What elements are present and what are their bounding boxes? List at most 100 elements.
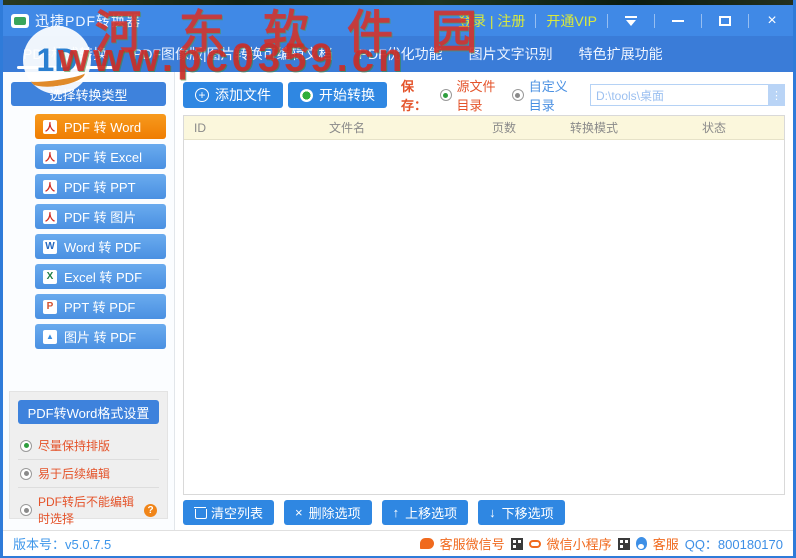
ppt-icon: P xyxy=(43,299,57,314)
sidebar-item-label: PDF 转 图片 xyxy=(64,210,137,225)
option-keep-layout[interactable]: 尽量保持排版 xyxy=(18,432,159,460)
delete-icon: × xyxy=(295,505,303,520)
column-id: ID xyxy=(194,120,206,135)
file-list-empty-area[interactable] xyxy=(184,140,784,494)
sidebar-item-label: Excel 转 PDF xyxy=(64,270,143,285)
clear-list-button[interactable]: 清空列表 xyxy=(183,500,275,525)
sidebar-item-word-to-pdf[interactable]: W Word 转 PDF xyxy=(35,234,166,259)
radio-icon xyxy=(511,89,524,101)
output-path-input[interactable] xyxy=(589,84,768,106)
wechat-service-label[interactable]: 客服微信号 xyxy=(440,534,505,553)
image-icon: ▲ xyxy=(43,329,57,344)
word-icon: W xyxy=(43,239,57,254)
move-down-label: 下移选项 xyxy=(501,506,554,521)
sidebar-item-label: Word 转 PDF xyxy=(64,240,142,255)
radio-icon xyxy=(20,439,32,452)
miniprogram-label[interactable]: 微信小程序 xyxy=(547,534,612,553)
start-convert-button[interactable]: 开始转换 xyxy=(288,82,387,108)
arrow-down-icon: ↓ xyxy=(489,505,496,520)
arrow-up-icon: ↑ xyxy=(392,505,400,520)
title-bar: 迅捷PDF转换器 登录 | 注册 开通VIP × xyxy=(3,5,793,36)
sidebar-item-label: 图片 转 PDF xyxy=(64,330,137,345)
file-table: ID 文件名 页数 转换模式 状态 xyxy=(183,115,785,495)
toolbar: + 添加文件 开始转换 保存： 源文件目录 自定义目录 D:\tools\桌面 … xyxy=(183,79,785,113)
save-option-custom-dir[interactable]: 自定义目录 xyxy=(511,76,576,114)
move-down-button[interactable]: ↓ 下移选项 xyxy=(478,500,565,525)
main-panel: + 添加文件 开始转换 保存： 源文件目录 自定义目录 D:\tools\桌面 … xyxy=(175,72,793,530)
qq-service-label: 客服 xyxy=(652,537,679,552)
sidebar-item-excel-to-pdf[interactable]: X Excel 转 PDF xyxy=(35,264,166,289)
column-status: 状态 xyxy=(701,121,726,135)
convert-type-header: 选择转换类型 xyxy=(11,82,166,106)
add-files-button[interactable]: + 添加文件 xyxy=(183,82,283,108)
word-format-settings-panel: PDF转Word格式设置 尽量保持排版 易于后续编辑 PDF转后不能编辑时选择 … xyxy=(9,391,168,526)
status-bar: 版本号：v5.0.7.5 客服微信号 微信小程序 客服 QQ：800180170 xyxy=(3,530,793,556)
link-icon xyxy=(528,539,541,548)
wechat-icon xyxy=(419,538,434,549)
add-files-label: 添加文件 xyxy=(215,87,271,103)
main-menu-button[interactable] xyxy=(618,11,644,31)
option-when-not-editable[interactable]: PDF转后不能编辑时选择 ? xyxy=(18,488,159,532)
sidebar-item-pdf-to-ppt[interactable]: 人 PDF 转 PPT xyxy=(35,174,166,199)
save-label: 保存： xyxy=(401,79,428,113)
clear-list-label: 清空列表 xyxy=(211,506,264,521)
column-convert-mode: 转换模式 xyxy=(569,121,618,135)
sidebar: 选择转换类型 人 PDF 转 Word 人 PDF 转 Excel 人 PDF … xyxy=(3,72,175,530)
trash-icon xyxy=(193,506,207,519)
qr-code-icon[interactable] xyxy=(617,537,630,550)
option-label: 易于后续编辑 xyxy=(38,467,111,481)
version-text: 版本号：v5.0.7.5 xyxy=(13,537,112,552)
minimize-icon xyxy=(672,19,684,22)
tab-extra-features[interactable]: 特色扩展功能 xyxy=(573,36,669,72)
move-up-label: 上移选项 xyxy=(405,506,458,521)
qq-icon xyxy=(635,537,647,550)
sidebar-item-image-to-pdf[interactable]: ▲ 图片 转 PDF xyxy=(35,324,166,349)
option-label: 尽量保持排版 xyxy=(38,439,111,453)
excel-icon: X xyxy=(43,269,57,284)
qq-number: QQ：800180170 xyxy=(684,537,783,552)
move-up-button[interactable]: ↑ 上移选项 xyxy=(381,500,469,525)
sidebar-item-label: PPT 转 PDF xyxy=(64,300,136,315)
option-easy-edit[interactable]: 易于后续编辑 xyxy=(18,460,159,488)
divider xyxy=(535,13,537,28)
login-register-link[interactable]: 登录 | 注册 xyxy=(458,11,525,31)
pdf-icon: 人 xyxy=(43,179,57,194)
radio-icon xyxy=(20,467,32,480)
qr-code-icon[interactable] xyxy=(510,537,523,550)
divider xyxy=(654,13,655,28)
delete-selected-button[interactable]: × 删除选项 xyxy=(284,500,372,525)
list-action-buttons: 清空列表 × 删除选项 ↑ 上移选项 ↓ 下移选项 xyxy=(183,500,785,525)
minimize-button[interactable] xyxy=(665,11,691,31)
sidebar-item-pdf-to-word[interactable]: 人 PDF 转 Word xyxy=(35,114,166,139)
sidebar-item-label: PDF 转 Word xyxy=(64,120,142,135)
tab-pdf-format-convert[interactable]: PDF格式转换 xyxy=(17,36,113,72)
save-location-group: 保存： 源文件目录 自定义目录 ⋮ xyxy=(401,76,785,114)
table-header: ID 文件名 页数 转换模式 状态 xyxy=(184,116,784,140)
menu-bar: PDF格式转换 PDF图像版|图片转换可编辑文档 PDF优化功能 图片文字识别 … xyxy=(3,36,793,72)
close-button[interactable]: × xyxy=(759,11,785,31)
maximize-icon xyxy=(719,15,731,26)
radio-icon xyxy=(20,504,32,516)
sidebar-item-pdf-to-image[interactable]: 人 PDF 转 图片 xyxy=(35,204,166,229)
divider xyxy=(748,13,749,28)
open-vip-link[interactable]: 开通VIP xyxy=(546,11,597,31)
tab-image-ocr[interactable]: 图片文字识别 xyxy=(463,36,559,72)
settings-header: PDF转Word格式设置 xyxy=(18,400,159,424)
add-icon: + xyxy=(195,88,209,102)
sidebar-item-ppt-to-pdf[interactable]: P PPT 转 PDF xyxy=(35,294,166,319)
column-filename: 文件名 xyxy=(328,121,365,135)
column-pages: 页数 xyxy=(491,121,516,135)
divider xyxy=(607,13,608,28)
pdf-icon: 人 xyxy=(43,149,57,164)
tab-pdf-optimize[interactable]: PDF优化功能 xyxy=(353,36,449,72)
save-option-label: 源文件目录 xyxy=(456,79,496,113)
divider xyxy=(701,13,702,28)
save-option-source-dir[interactable]: 源文件目录 xyxy=(439,76,504,114)
app-window: 迅捷PDF转换器 登录 | 注册 开通VIP × PDF格式转换 PDF图像版|… xyxy=(0,0,796,558)
save-option-label: 自定义目录 xyxy=(528,79,568,113)
maximize-button[interactable] xyxy=(712,11,738,31)
browse-button[interactable]: ⋮ xyxy=(767,84,785,106)
help-icon[interactable]: ? xyxy=(144,503,157,517)
sidebar-item-pdf-to-excel[interactable]: 人 PDF 转 Excel xyxy=(35,144,166,169)
tab-pdf-image-to-editable[interactable]: PDF图像版|图片转换可编辑文档 xyxy=(127,36,339,72)
